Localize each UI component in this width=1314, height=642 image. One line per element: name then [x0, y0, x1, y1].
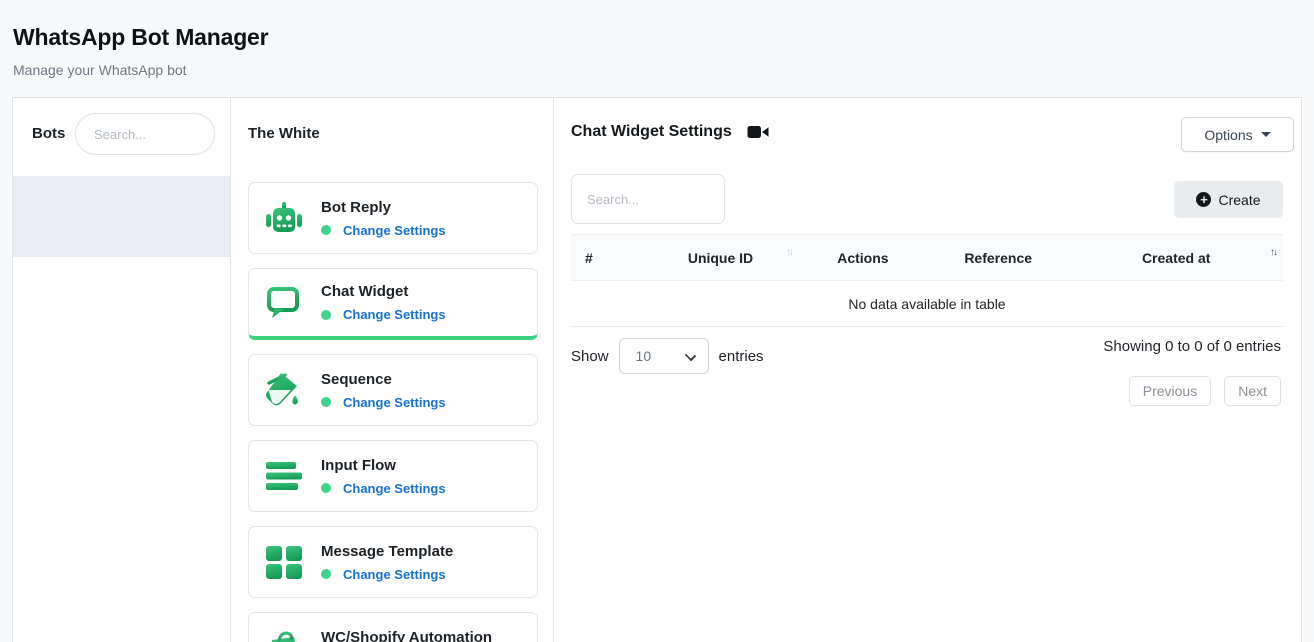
change-settings-link[interactable]: Change Settings: [343, 395, 446, 410]
module-label: Bot Reply: [321, 199, 446, 216]
status-dot: [321, 397, 331, 407]
list-bars-icon: [265, 457, 303, 495]
module-label: Message Template: [321, 543, 453, 560]
entries-label: entries: [719, 348, 764, 365]
chevron-down-icon: [1261, 132, 1271, 137]
table-header-row: # Unique ID ↑↓ Actions Reference Created…: [571, 235, 1283, 281]
chevron-down-icon: [684, 350, 695, 361]
video-camera-icon: [747, 124, 769, 140]
options-button[interactable]: Options: [1181, 117, 1294, 152]
column-header-actions[interactable]: Actions: [799, 235, 927, 281]
module-label: WC/Shopify Automation: [321, 629, 492, 642]
module-card-input-flow[interactable]: Input Flow Change Settings: [248, 440, 538, 512]
status-dot: [321, 569, 331, 579]
shopping-bag-icon: [265, 629, 303, 642]
sort-icon[interactable]: ↑↓: [1270, 247, 1276, 258]
bots-panel-title: Bots: [32, 125, 65, 142]
bot-list-item-selected[interactable]: [13, 176, 230, 257]
column-header-created-at[interactable]: Created at ↑↓: [1069, 235, 1283, 281]
chat-bubble-icon: [265, 284, 303, 322]
module-card-wc-shopify[interactable]: WC/Shopify Automation Change Settings: [248, 612, 538, 642]
column-header-reference[interactable]: Reference: [927, 235, 1069, 281]
empty-table-row: No data available in table: [571, 281, 1283, 327]
options-button-label: Options: [1204, 127, 1252, 143]
table-search-input[interactable]: [571, 174, 725, 224]
widgets-table: # Unique ID ↑↓ Actions Reference Created…: [571, 234, 1283, 327]
main-panel: Bots The White: [12, 97, 1302, 642]
empty-table-message: No data available in table: [571, 281, 1283, 327]
change-settings-link[interactable]: Change Settings: [343, 567, 446, 582]
status-dot: [321, 483, 331, 493]
create-button[interactable]: + Create: [1174, 181, 1283, 218]
module-cards: Bot Reply Change Settings Chat Widget: [248, 182, 538, 642]
page-header: WhatsApp Bot Manager Manage your WhatsAp…: [13, 24, 268, 78]
page-size-value: 10: [636, 348, 652, 364]
module-label: Sequence: [321, 371, 446, 388]
grid-icon: [265, 543, 303, 581]
column-header-index[interactable]: #: [571, 235, 642, 281]
settings-panel-title: Chat Widget Settings: [571, 123, 732, 141]
module-label: Input Flow: [321, 457, 446, 474]
bots-panel: Bots: [13, 98, 231, 642]
show-label: Show: [571, 348, 609, 365]
create-button-label: Create: [1218, 192, 1260, 208]
module-card-message-template[interactable]: Message Template Change Settings: [248, 526, 538, 598]
module-label: Chat Widget: [321, 283, 446, 300]
status-dot: [321, 225, 331, 235]
module-card-chat-widget[interactable]: Chat Widget Change Settings: [248, 268, 538, 340]
selected-bot-name: The White: [248, 125, 320, 142]
modules-panel: The White Bot Reply: [231, 98, 554, 642]
module-card-sequence[interactable]: Sequence Change Settings: [248, 354, 538, 426]
bots-panel-header: Bots: [13, 98, 230, 174]
column-header-unique-id[interactable]: Unique ID ↑↓: [642, 235, 799, 281]
change-settings-link[interactable]: Change Settings: [343, 481, 446, 496]
sort-icon[interactable]: ↑↓: [786, 247, 792, 258]
pagination-summary: Showing 0 to 0 of 0 entries: [1103, 338, 1281, 355]
previous-page-button[interactable]: Previous: [1129, 376, 1211, 406]
robot-icon: [265, 199, 303, 237]
page-size-select[interactable]: 10: [619, 338, 709, 374]
next-page-button[interactable]: Next: [1224, 376, 1281, 406]
paint-bucket-icon: [265, 371, 303, 409]
page-subtitle: Manage your WhatsApp bot: [13, 62, 268, 78]
change-settings-link[interactable]: Change Settings: [343, 307, 446, 322]
status-dot: [321, 310, 331, 320]
settings-panel: Chat Widget Settings Options + Create #: [554, 98, 1301, 642]
module-card-bot-reply[interactable]: Bot Reply Change Settings: [248, 182, 538, 254]
bots-search-input[interactable]: [75, 113, 215, 155]
page-title: WhatsApp Bot Manager: [13, 24, 268, 51]
change-settings-link[interactable]: Change Settings: [343, 223, 446, 238]
pagination-controls: Previous Next: [1129, 376, 1281, 406]
plus-circle-icon: +: [1196, 192, 1211, 207]
